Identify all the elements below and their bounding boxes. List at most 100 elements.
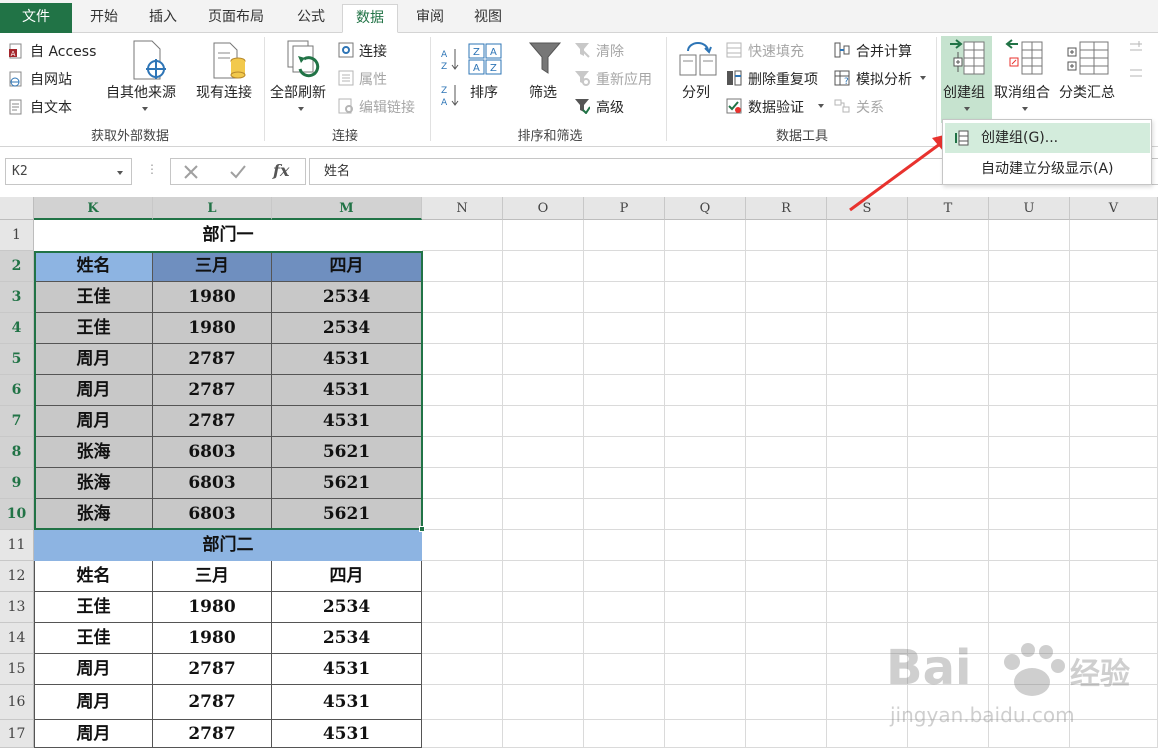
row-header-11[interactable]: 11 — [0, 530, 34, 561]
row-header-1[interactable]: 1 — [0, 220, 34, 251]
dept2-data-cell[interactable]: 2534 — [272, 592, 422, 623]
dept1-header-cell[interactable]: 三月 — [153, 251, 272, 282]
dept1-data-cell[interactable]: 1980 — [153, 282, 272, 313]
properties-button[interactable]: 属性 — [359, 69, 387, 89]
dept2-header-cell[interactable]: 姓名 — [34, 561, 153, 592]
what-if-analysis-button[interactable]: 模拟分析 — [856, 69, 912, 89]
menu-item-group[interactable]: 创建组(G)... — [945, 123, 1150, 153]
row-header-8[interactable]: 8 — [0, 437, 34, 468]
row-header-12[interactable]: 12 — [0, 561, 34, 592]
row-header-15[interactable]: 15 — [0, 654, 34, 685]
row-header-16[interactable]: 16 — [0, 685, 34, 720]
column-header-u[interactable]: U — [989, 197, 1070, 220]
dept1-data-cell[interactable]: 张海 — [34, 437, 153, 468]
dept1-header-cell[interactable]: 姓名 — [34, 251, 153, 282]
dept2-data-cell[interactable]: 2534 — [272, 623, 422, 654]
fill-handle[interactable] — [419, 526, 425, 532]
consolidate-button[interactable]: 合并计算 — [856, 41, 912, 61]
data-validation-button[interactable]: 数据验证 — [748, 97, 804, 117]
dept2-data-cell[interactable]: 王佳 — [34, 592, 153, 623]
dept1-data-cell[interactable]: 4531 — [272, 375, 422, 406]
dept2-header-cell[interactable]: 三月 — [153, 561, 272, 592]
dept1-title-cell[interactable]: 部门一 — [34, 220, 422, 251]
advanced-filter-button[interactable]: 高级 — [596, 97, 624, 117]
column-header-l[interactable]: L — [153, 197, 272, 220]
dept1-data-cell[interactable]: 6803 — [153, 468, 272, 499]
column-header-s[interactable]: S — [827, 197, 908, 220]
tab-formulas[interactable]: 公式 — [284, 4, 338, 33]
tab-view[interactable]: 视图 — [462, 4, 514, 33]
row-header-9[interactable]: 9 — [0, 468, 34, 499]
dept2-header-cell[interactable]: 四月 — [272, 561, 422, 592]
from-text-button[interactable]: 自文本 — [30, 97, 72, 117]
dept2-data-cell[interactable]: 1980 — [153, 592, 272, 623]
dept1-data-cell[interactable]: 2787 — [153, 344, 272, 375]
enter-icon[interactable] — [229, 164, 247, 180]
column-header-p[interactable]: P — [584, 197, 665, 220]
dept1-data-cell[interactable]: 2787 — [153, 406, 272, 437]
dept2-data-cell[interactable]: 周月 — [34, 654, 153, 685]
dept2-data-cell[interactable]: 4531 — [272, 720, 422, 748]
dept1-data-cell[interactable]: 2534 — [272, 313, 422, 344]
clear-filter-button[interactable]: 清除 — [596, 41, 624, 61]
column-header-q[interactable]: Q — [665, 197, 746, 220]
row-header-17[interactable]: 17 — [0, 720, 34, 748]
tab-data[interactable]: 数据 — [342, 4, 398, 33]
flash-fill-button[interactable]: 快速填充 — [748, 41, 804, 61]
column-header-r[interactable]: R — [746, 197, 827, 220]
dept1-data-cell[interactable]: 周月 — [34, 375, 153, 406]
column-header-m[interactable]: M — [272, 197, 422, 220]
tab-file[interactable]: 文件 — [0, 3, 72, 33]
column-header-n[interactable]: N — [422, 197, 503, 220]
reapply-button[interactable]: 重新应用 — [596, 69, 652, 89]
existing-connections-button[interactable]: 现有连接 — [196, 82, 252, 102]
column-header-o[interactable]: O — [503, 197, 584, 220]
row-header-5[interactable]: 5 — [0, 344, 34, 375]
tab-insert[interactable]: 插入 — [138, 4, 188, 33]
tab-page-layout[interactable]: 页面布局 — [196, 4, 276, 33]
cancel-icon[interactable] — [183, 164, 199, 180]
remove-duplicates-button[interactable]: 删除重复项 — [748, 69, 818, 89]
tab-home[interactable]: 开始 — [78, 4, 130, 33]
formula-bar-handle[interactable]: ⋮ — [146, 162, 158, 176]
subtotal-button[interactable]: 分类汇总 — [1059, 82, 1115, 102]
dept1-data-cell[interactable]: 6803 — [153, 437, 272, 468]
connections-button[interactable]: 连接 — [359, 41, 387, 61]
column-header-t[interactable]: T — [908, 197, 989, 220]
filter-button[interactable]: 筛选 — [529, 82, 557, 102]
dept2-data-cell[interactable]: 王佳 — [34, 623, 153, 654]
insert-function-icon[interactable]: fx — [273, 161, 289, 180]
dept1-data-cell[interactable]: 6803 — [153, 499, 272, 530]
dept2-data-cell[interactable]: 2787 — [153, 685, 272, 720]
dept1-data-cell[interactable]: 张海 — [34, 499, 153, 530]
menu-item-auto-outline[interactable]: 自动建立分级显示(A) — [945, 154, 1150, 184]
dept1-data-cell[interactable]: 5621 — [272, 468, 422, 499]
dept1-data-cell[interactable]: 王佳 — [34, 282, 153, 313]
column-header-v[interactable]: V — [1070, 197, 1158, 220]
dept1-data-cell[interactable]: 1980 — [153, 313, 272, 344]
row-header-2[interactable]: 2 — [0, 251, 34, 282]
dept2-data-cell[interactable]: 1980 — [153, 623, 272, 654]
dept2-title-cell[interactable]: 部门二 — [34, 530, 422, 561]
tab-review[interactable]: 审阅 — [404, 4, 456, 33]
dept2-data-cell[interactable]: 2787 — [153, 654, 272, 685]
group-button[interactable]: 创建组 — [943, 82, 985, 102]
relationships-button[interactable]: 关系 — [856, 97, 884, 117]
dept2-data-cell[interactable]: 周月 — [34, 720, 153, 748]
dept1-data-cell[interactable]: 4531 — [272, 344, 422, 375]
dept1-data-cell[interactable]: 2787 — [153, 375, 272, 406]
row-header-3[interactable]: 3 — [0, 282, 34, 313]
row-header-4[interactable]: 4 — [0, 313, 34, 344]
dept2-data-cell[interactable]: 4531 — [272, 654, 422, 685]
row-header-6[interactable]: 6 — [0, 375, 34, 406]
dept1-data-cell[interactable]: 4531 — [272, 406, 422, 437]
dept1-header-cell[interactable]: 四月 — [272, 251, 422, 282]
from-other-sources-button[interactable]: 自其他来源 — [106, 82, 176, 102]
row-header-14[interactable]: 14 — [0, 623, 34, 654]
name-box[interactable]: K2 — [5, 158, 132, 185]
dept1-data-cell[interactable]: 张海 — [34, 468, 153, 499]
ungroup-button[interactable]: 取消组合 — [994, 82, 1050, 102]
sort-button[interactable]: 排序 — [470, 82, 498, 102]
row-header-10[interactable]: 10 — [0, 499, 34, 530]
dept2-data-cell[interactable]: 2787 — [153, 720, 272, 748]
